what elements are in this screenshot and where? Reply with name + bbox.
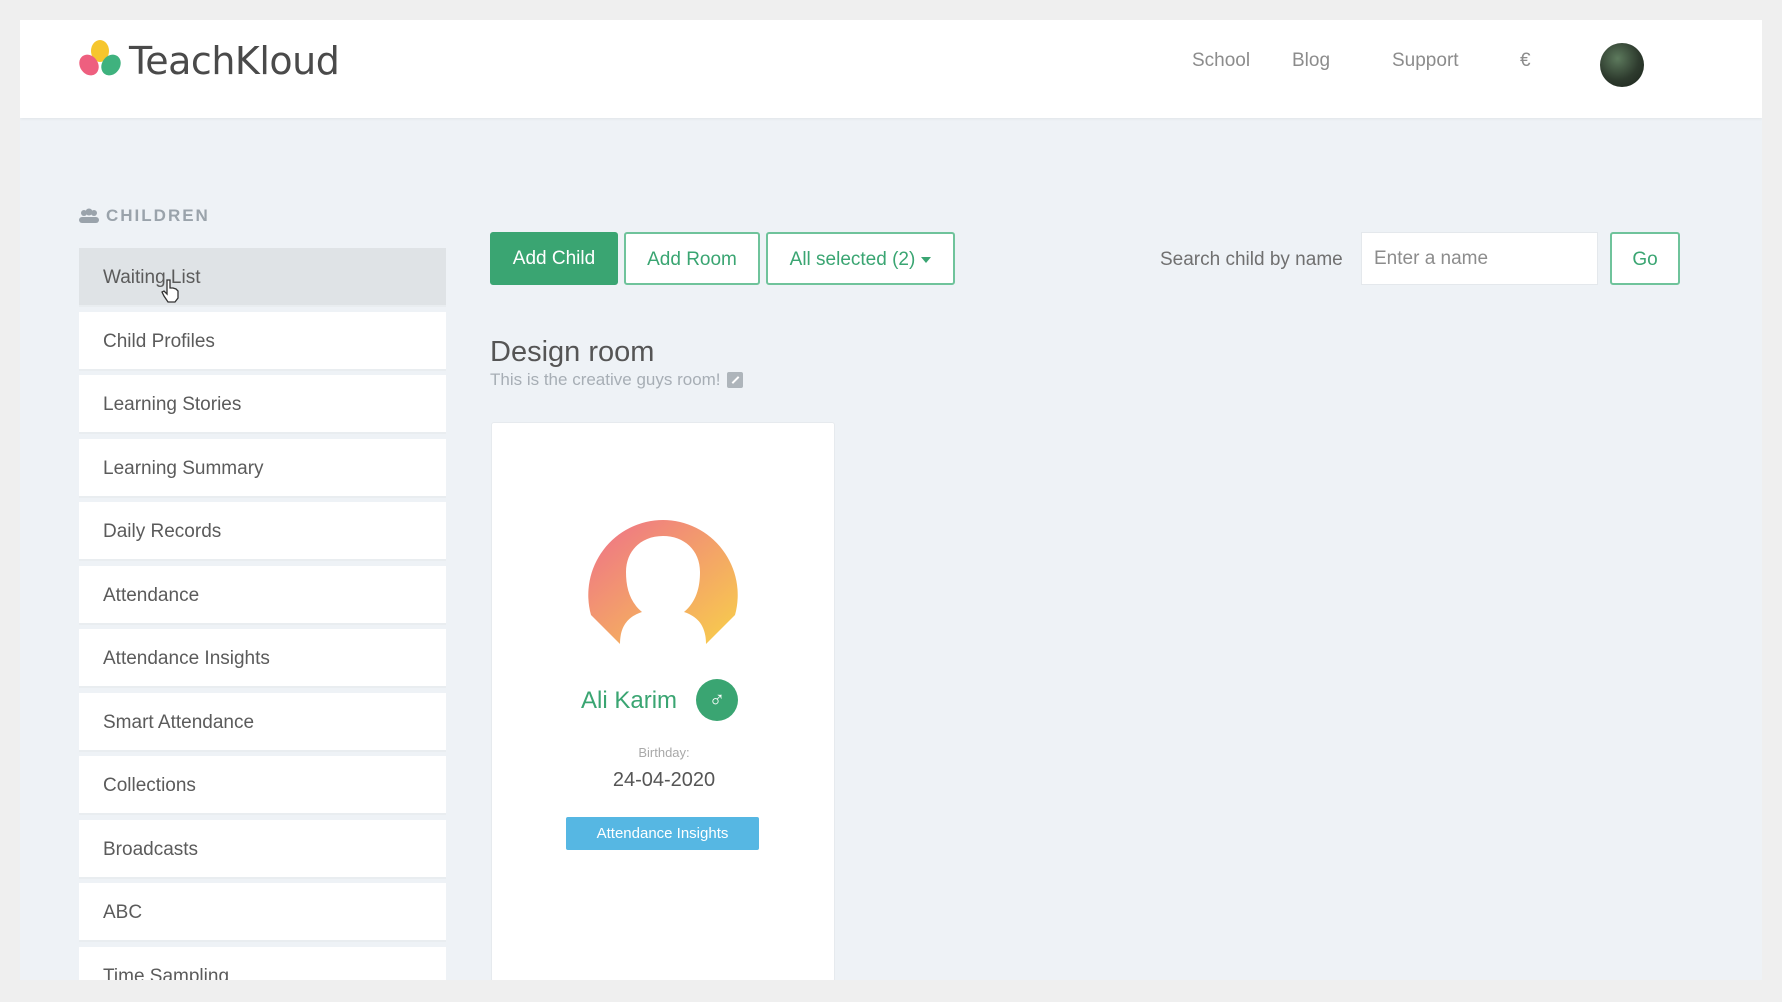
sidebar-item-attendance[interactable]: Attendance: [79, 566, 446, 625]
sidebar-item-daily-records[interactable]: Daily Records: [79, 502, 446, 561]
sidebar-item-label: Time Sampling: [103, 966, 230, 980]
room-description: This is the creative guys room!: [490, 370, 743, 390]
sidebar-item-abc[interactable]: ABC: [79, 883, 446, 942]
sidebar-item-label: Smart Attendance: [103, 712, 255, 733]
sidebar-item-attendance-insights[interactable]: Attendance Insights: [79, 629, 446, 688]
children-section-header: CHILDREN: [78, 206, 210, 226]
search-input[interactable]: [1361, 232, 1598, 285]
sidebar-item-label: Learning Stories: [103, 394, 242, 415]
section-label-text: CHILDREN: [106, 206, 210, 225]
child-avatar-icon: [588, 520, 738, 644]
birthday-label: Birthday:: [638, 745, 690, 760]
sidebar-item-label: Collections: [103, 775, 196, 796]
child-card[interactable]: Ali Karim ♂ Birthday: 24-04-2020 Attenda…: [491, 422, 835, 980]
nav-blog[interactable]: Blog: [1292, 50, 1330, 72]
sidebar-item-smart-attendance[interactable]: Smart Attendance: [79, 693, 446, 752]
birthday-value: 24-04-2020: [612, 769, 716, 791]
user-avatar[interactable]: [1600, 43, 1644, 87]
sidebar-item-label: ABC: [103, 902, 143, 923]
sidebar-item-label: Waiting List: [103, 267, 201, 288]
users-icon: [79, 208, 99, 223]
nav-school[interactable]: School: [1192, 50, 1250, 72]
nav-currency[interactable]: €: [1520, 50, 1531, 72]
teachkloud-logo-icon: [79, 40, 121, 76]
top-navbar: TeachKloud School Blog Support €: [20, 20, 1762, 118]
brand-name: TeachKloud: [129, 39, 340, 83]
nav-support[interactable]: Support: [1392, 50, 1459, 72]
sidebar-item-learning-stories[interactable]: Learning Stories: [79, 375, 446, 434]
app-window: TeachKloud School Blog Support € CHILDRE…: [20, 20, 1762, 980]
brand-logo[interactable]: TeachKloud: [77, 38, 340, 84]
edit-icon[interactable]: [726, 372, 743, 388]
chevron-down-icon: [921, 256, 932, 263]
sidebar-item-child-profiles[interactable]: Child Profiles: [79, 312, 446, 371]
room-title: Design room: [490, 336, 655, 368]
room-filter-dropdown[interactable]: All selected (2): [766, 232, 955, 285]
sidebar-item-label: Learning Summary: [103, 458, 264, 479]
child-name[interactable]: Ali Karim: [581, 687, 677, 715]
search-label: Search child by name: [1160, 249, 1343, 270]
add-child-button[interactable]: Add Child: [490, 232, 618, 285]
room-filter-label: All selected (2): [789, 249, 916, 270]
sidebar-item-time-sampling[interactable]: Time Sampling: [79, 947, 446, 980]
sidebar-item-collections[interactable]: Collections: [79, 756, 446, 815]
sidebar-item-learning-summary[interactable]: Learning Summary: [79, 439, 446, 498]
go-button[interactable]: Go: [1610, 232, 1680, 285]
sidebar-item-broadcasts[interactable]: Broadcasts: [79, 820, 446, 879]
sidebar-item-label: Broadcasts: [103, 839, 199, 860]
male-gender-icon: ♂: [696, 679, 738, 721]
room-description-text: This is the creative guys room!: [490, 370, 721, 389]
add-room-button[interactable]: Add Room: [624, 232, 760, 285]
sidebar-item-label: Child Profiles: [103, 331, 215, 352]
sidebar-item-label: Attendance: [103, 585, 200, 606]
attendance-insights-button[interactable]: Attendance Insights: [566, 817, 759, 850]
sidebar-item-label: Attendance Insights: [103, 648, 270, 669]
hand-cursor-icon: [161, 279, 179, 303]
sidebar-item-waiting-list[interactable]: Waiting List: [79, 248, 446, 307]
sidebar-item-label: Daily Records: [103, 521, 222, 542]
